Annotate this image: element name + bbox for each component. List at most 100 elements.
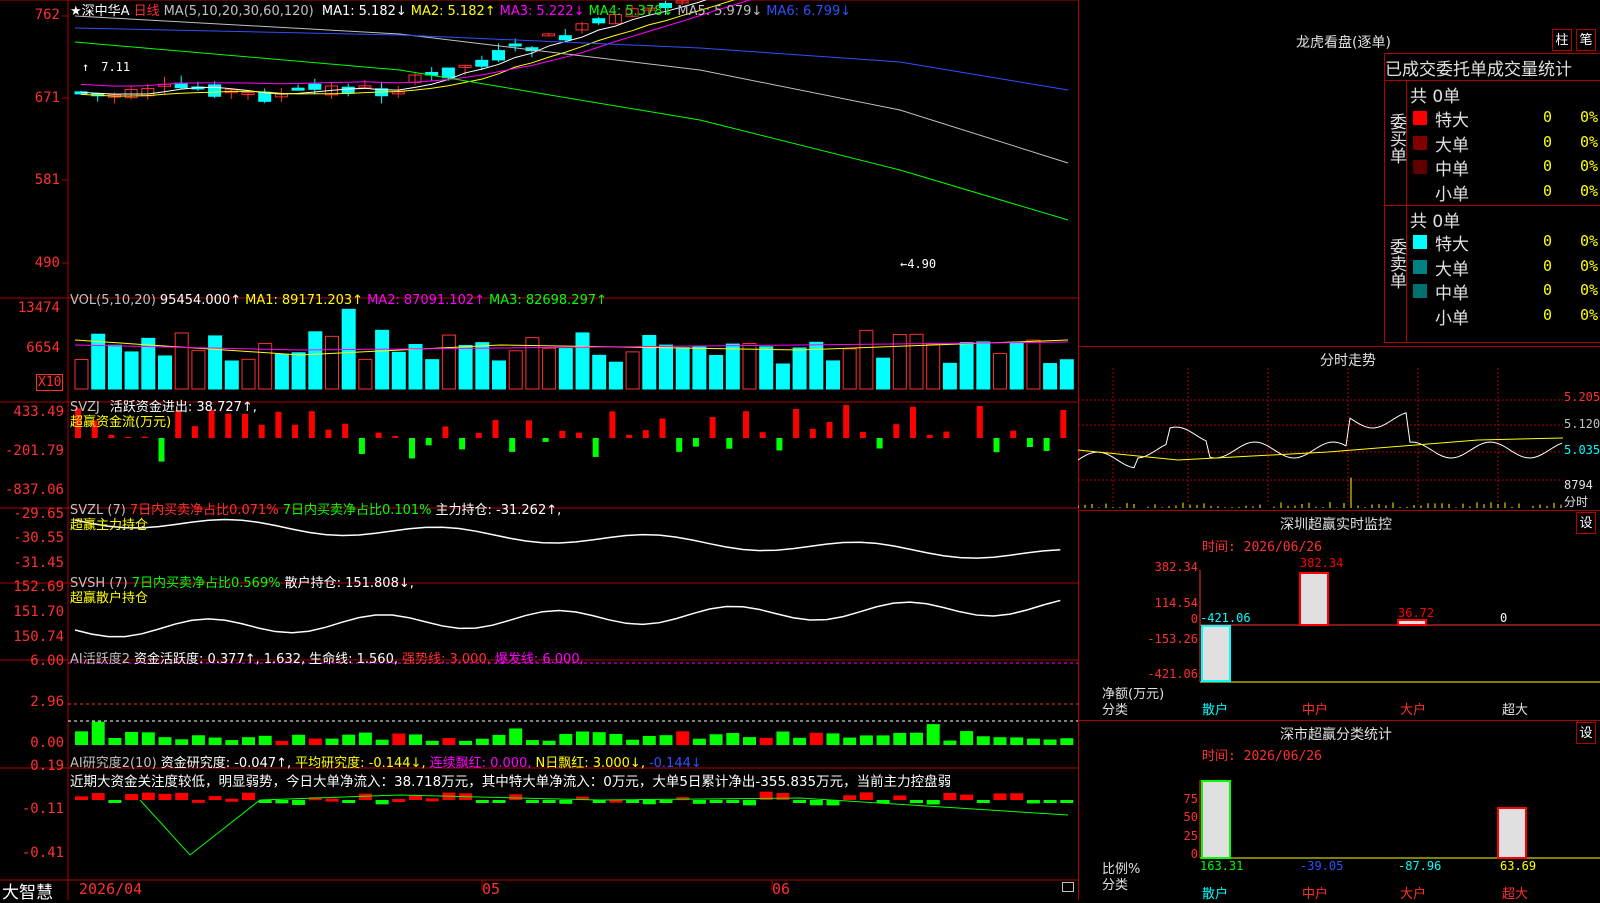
flow-bar xyxy=(877,438,883,448)
svsh-t2: 散户持仓: 151.808↓, xyxy=(285,576,414,591)
lock-icon[interactable] xyxy=(1062,882,1074,892)
activity-bar xyxy=(108,738,121,745)
volume-bar xyxy=(960,342,973,389)
ai-active-y-label: 2.96 xyxy=(0,694,64,710)
research-bar xyxy=(994,793,1007,800)
ai-research-t2: 平均研究度: -0.144↓, xyxy=(295,756,425,771)
svsh-y-label: 150.74 xyxy=(0,629,64,645)
vol-ma-label: MA3: xyxy=(489,293,522,308)
intraday-price-line xyxy=(1078,413,1562,468)
monitor-bar xyxy=(1202,626,1230,681)
volume-bar xyxy=(676,348,689,389)
class-bar xyxy=(1498,808,1526,858)
stock-title[interactable]: ★深中华A xyxy=(70,4,130,19)
flow-bar xyxy=(326,430,332,438)
volume-bar xyxy=(242,359,255,389)
research-bar xyxy=(943,793,956,800)
volume-bar xyxy=(209,336,222,389)
flow-bar xyxy=(843,405,849,438)
research-bar xyxy=(209,796,222,800)
volume-bar xyxy=(860,330,873,389)
volume-bar xyxy=(442,335,455,389)
svzl-sub: 超赢主力持仓 xyxy=(70,514,148,533)
activity-bar xyxy=(760,738,773,745)
ma-label: MA6: xyxy=(766,4,799,19)
flow-bar xyxy=(376,433,382,438)
research-bar xyxy=(242,793,255,800)
activity-bar xyxy=(159,737,172,745)
ma-label: MA5: xyxy=(677,4,710,19)
flow-bar xyxy=(409,438,415,458)
research-bar xyxy=(1027,800,1040,803)
research-bar xyxy=(292,800,305,805)
volume-bar xyxy=(1010,343,1023,389)
flow-bar xyxy=(643,430,649,438)
flow-bar xyxy=(259,425,265,438)
main-y-label: 671 xyxy=(0,90,60,106)
flow-bar xyxy=(910,407,916,438)
research-bar xyxy=(810,800,823,805)
flow-bar xyxy=(275,412,281,438)
main-chart-header: ★深中华A日线MA(5,10,20,30,60,120) MA1:5.182↓M… xyxy=(70,0,859,19)
flow-bar xyxy=(660,418,666,438)
activity-bar xyxy=(526,740,539,745)
volume-bar xyxy=(142,338,155,389)
activity-bar xyxy=(994,737,1007,745)
research-bar xyxy=(960,795,973,800)
activity-bar xyxy=(977,736,990,745)
activity-bar xyxy=(459,741,472,745)
research-bar xyxy=(726,800,739,803)
activity-bar xyxy=(643,736,656,745)
flow-bar xyxy=(192,426,198,438)
activity-bar xyxy=(543,741,556,745)
period-label[interactable]: 日线 xyxy=(134,4,160,19)
flow-bar xyxy=(609,411,615,438)
ma-label: MA1: xyxy=(322,4,355,19)
activity-bar xyxy=(342,735,355,745)
research-bar xyxy=(225,799,238,802)
ma-value: 5.182↓ xyxy=(359,4,407,19)
activity-bar xyxy=(1044,740,1057,745)
ma-values: MA1:5.182↓MA2:5.182↑MA3:5.222↓MA4:5.378↓… xyxy=(322,4,855,19)
flow-bar xyxy=(459,438,465,449)
activity-bar xyxy=(593,732,606,745)
vol-ma-label: MA1: xyxy=(245,293,278,308)
volume-bar xyxy=(827,361,840,389)
ma-label: MA2: xyxy=(411,4,444,19)
volume-bar xyxy=(559,349,572,389)
ai-research-header: AI研究度2(10)资金研究度: -0.047↑,平均研究度: -0.144↓,… xyxy=(70,752,706,771)
ai-active-t3: 生命线: 1.560, xyxy=(309,652,398,667)
volume-bar xyxy=(292,353,305,389)
vol-ma-values: MA1:89171.203↑MA2:87091.102↑MA3:82698.29… xyxy=(245,293,611,308)
activity-bar xyxy=(810,733,823,745)
research-bar xyxy=(493,800,506,803)
ma-value: 5.222↓ xyxy=(536,4,584,19)
research-bar xyxy=(743,800,756,805)
ai-active-t5: 爆发线: 6.000, xyxy=(495,652,584,667)
candle-body xyxy=(509,44,521,46)
flow-bar xyxy=(125,437,131,438)
ma-line xyxy=(75,42,1068,220)
flow-bar xyxy=(392,436,398,438)
vol-value: 95454.000↑ xyxy=(160,293,241,308)
research-bar xyxy=(526,800,539,803)
flow-bar xyxy=(359,438,365,454)
volume-bar xyxy=(259,343,272,389)
activity-bar xyxy=(793,738,806,745)
candle-body xyxy=(292,88,304,90)
research-bar xyxy=(860,792,873,800)
flow-bar xyxy=(710,417,716,438)
svzl-y-label: -31.45 xyxy=(0,555,64,571)
research-bar xyxy=(92,793,105,800)
low-price-mark: ←4.90 xyxy=(900,257,936,271)
research-bar xyxy=(710,800,723,803)
volume-bar xyxy=(726,344,739,389)
activity-bar xyxy=(893,733,906,745)
activity-bar xyxy=(776,732,789,745)
activity-bar xyxy=(192,735,205,745)
candle-body xyxy=(559,36,571,40)
volume-bar xyxy=(543,348,556,389)
volume-bar xyxy=(125,352,138,389)
research-bar xyxy=(643,800,656,804)
research-bar xyxy=(927,800,940,804)
